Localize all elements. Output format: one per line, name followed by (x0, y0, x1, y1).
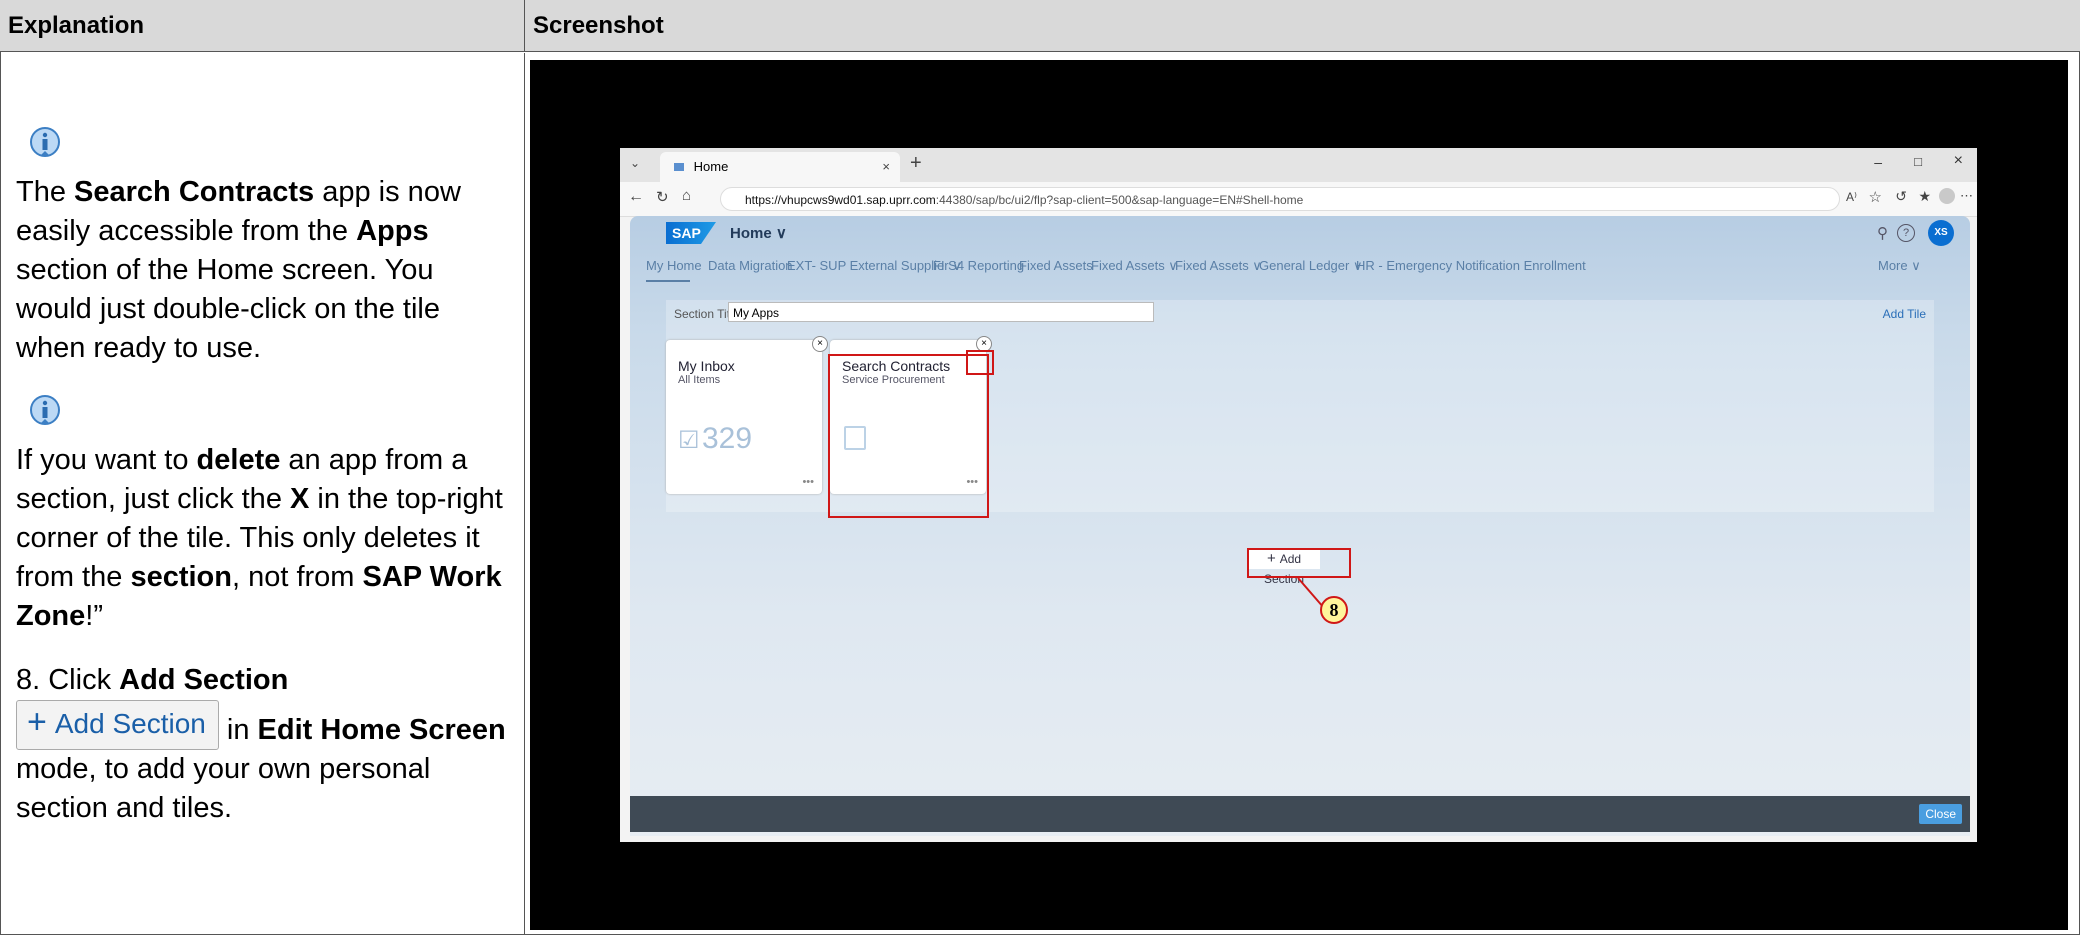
tile-subtitle: All Items (678, 374, 721, 386)
explanation-step-8: 8. Click Add Section + Add Section in Edi… (16, 661, 516, 828)
tab-favicon-icon (674, 163, 684, 171)
home-menu[interactable]: Home ∨ (730, 224, 787, 242)
bold-text: section (130, 561, 232, 593)
nav-data-migration[interactable]: Data Migration (708, 258, 793, 273)
checkbox-icon: ☑ (678, 427, 700, 454)
maximize-icon[interactable]: □ (1914, 154, 1922, 169)
profile-icon[interactable] (1939, 188, 1955, 204)
url-field[interactable]: https://vhupcws9wd01.sap.uprr.com:44380/… (720, 187, 1840, 211)
step-marker-8: 8 (1320, 596, 1348, 624)
remove-tile-icon[interactable]: × (812, 336, 828, 352)
nav-hr-emergency[interactable]: HR - Emergency Notification Enrollment (1356, 258, 1586, 273)
tile-title: My Inbox (678, 358, 735, 374)
browser-tab[interactable]: Home × (660, 152, 900, 182)
sap-launchpad: SAP Home ∨ ⚲ ? XS My Home Data Migration… (630, 216, 1970, 836)
tab-list-icon[interactable]: ⌄ (630, 156, 640, 170)
explanation-paragraph-2: If you want to delete an app from a sect… (16, 441, 516, 636)
tile-count: 329 (702, 422, 753, 455)
sap-logo-text: SAP (672, 225, 701, 241)
nav-fixed-assets-3[interactable]: Fixed Assets ∨ (1175, 258, 1262, 274)
favorite-star-icon[interactable]: ☆ (1869, 188, 1882, 206)
text-run: If you want to (16, 444, 197, 476)
close-button[interactable]: Close (1919, 804, 1962, 824)
nav-fixed-assets-1[interactable]: Fixed Assets (1019, 258, 1093, 273)
browser-window: ⌄ Home × + – □ × ← ↻ ⌂ https://vhupcws9w… (620, 148, 1977, 842)
close-window-icon[interactable]: × (1954, 152, 1963, 170)
url-host: https://vhupcws9wd01.sap.uprr.com (745, 193, 936, 207)
nav-general-ledger[interactable]: General Ledger ∨ (1259, 258, 1362, 274)
read-aloud-icon[interactable]: A⁾ (1846, 190, 1857, 204)
add-tile-link[interactable]: Add Tile (1883, 307, 1926, 321)
text-run: section of the Home screen. You would ju… (16, 254, 440, 364)
home-icon[interactable]: ⌂ (682, 187, 691, 204)
help-icon[interactable]: ? (1897, 224, 1915, 242)
explanation-paragraph-1: The Search Contracts app is now easily a… (16, 173, 516, 368)
add-section-button-image: + Add Section (16, 700, 219, 750)
url-path: :44380/sap/bc/ui2/flp?sap-client=500&sap… (935, 193, 1304, 207)
nav-more[interactable]: More ∨ (1878, 258, 1921, 274)
step-suffix: mode, to add your own personal section a… (16, 753, 431, 824)
favorites-icon[interactable]: ★ (1918, 188, 1931, 205)
tile-actions-icon[interactable]: ••• (802, 476, 814, 488)
highlight-tile (828, 354, 989, 518)
edit-mode-footer: Close (630, 796, 1970, 832)
back-icon[interactable]: ← (628, 188, 644, 206)
info-icon (30, 395, 60, 425)
more-icon[interactable]: ⋯ (1960, 188, 1973, 204)
bold-text: delete (196, 444, 281, 476)
text-run: , not from (231, 561, 363, 593)
highlight-remove-x (966, 350, 994, 375)
extensions-icon[interactable]: ↺ (1895, 188, 1907, 205)
minimize-icon[interactable]: – (1874, 154, 1882, 170)
user-avatar[interactable]: XS (1928, 220, 1954, 246)
step-in: in (218, 714, 258, 746)
step-bold: Add Section (119, 664, 289, 696)
text-run: The (16, 176, 75, 208)
screenshot-header: Screenshot (525, 0, 2080, 52)
step-prefix: 8. Click (16, 664, 120, 696)
sap-logo[interactable]: SAP (666, 222, 716, 244)
text-run: !” (85, 600, 103, 632)
tile-my-inbox[interactable]: My Inbox All Items ☑ 329 ••• × (666, 336, 828, 494)
bold-text: Search Contracts (74, 176, 315, 208)
explanation-header: Explanation (0, 0, 525, 52)
nav-active-indicator (646, 280, 690, 282)
info-icon (30, 127, 60, 157)
bold-text: X (290, 483, 310, 515)
tab-bar: ⌄ Home × + – □ × (620, 148, 1977, 182)
address-bar: ← ↻ ⌂ https://vhupcws9wd01.sap.uprr.com:… (620, 182, 1977, 217)
space-navigation: My Home Data Migration EXT- SUP External… (630, 246, 1970, 286)
bold-text: Apps (356, 215, 429, 247)
highlight-add-section (1247, 548, 1351, 578)
section-title-input[interactable]: My Apps (728, 302, 1154, 322)
nav-my-home[interactable]: My Home (646, 258, 702, 273)
nav-fixed-assets-2[interactable]: Fixed Assets ∨ (1091, 258, 1178, 274)
nav-fi-s4-reporting[interactable]: FI S4 Reporting (933, 258, 1024, 273)
close-tab-icon[interactable]: × (882, 152, 890, 182)
step-mode: Edit Home Screen (257, 714, 506, 746)
tab-title: Home (693, 159, 729, 174)
refresh-icon[interactable]: ↻ (656, 188, 669, 206)
add-section-button-image-label: Add Section (54, 708, 206, 739)
new-tab-icon[interactable]: + (910, 152, 922, 175)
search-icon[interactable]: ⚲ (1877, 224, 1888, 242)
